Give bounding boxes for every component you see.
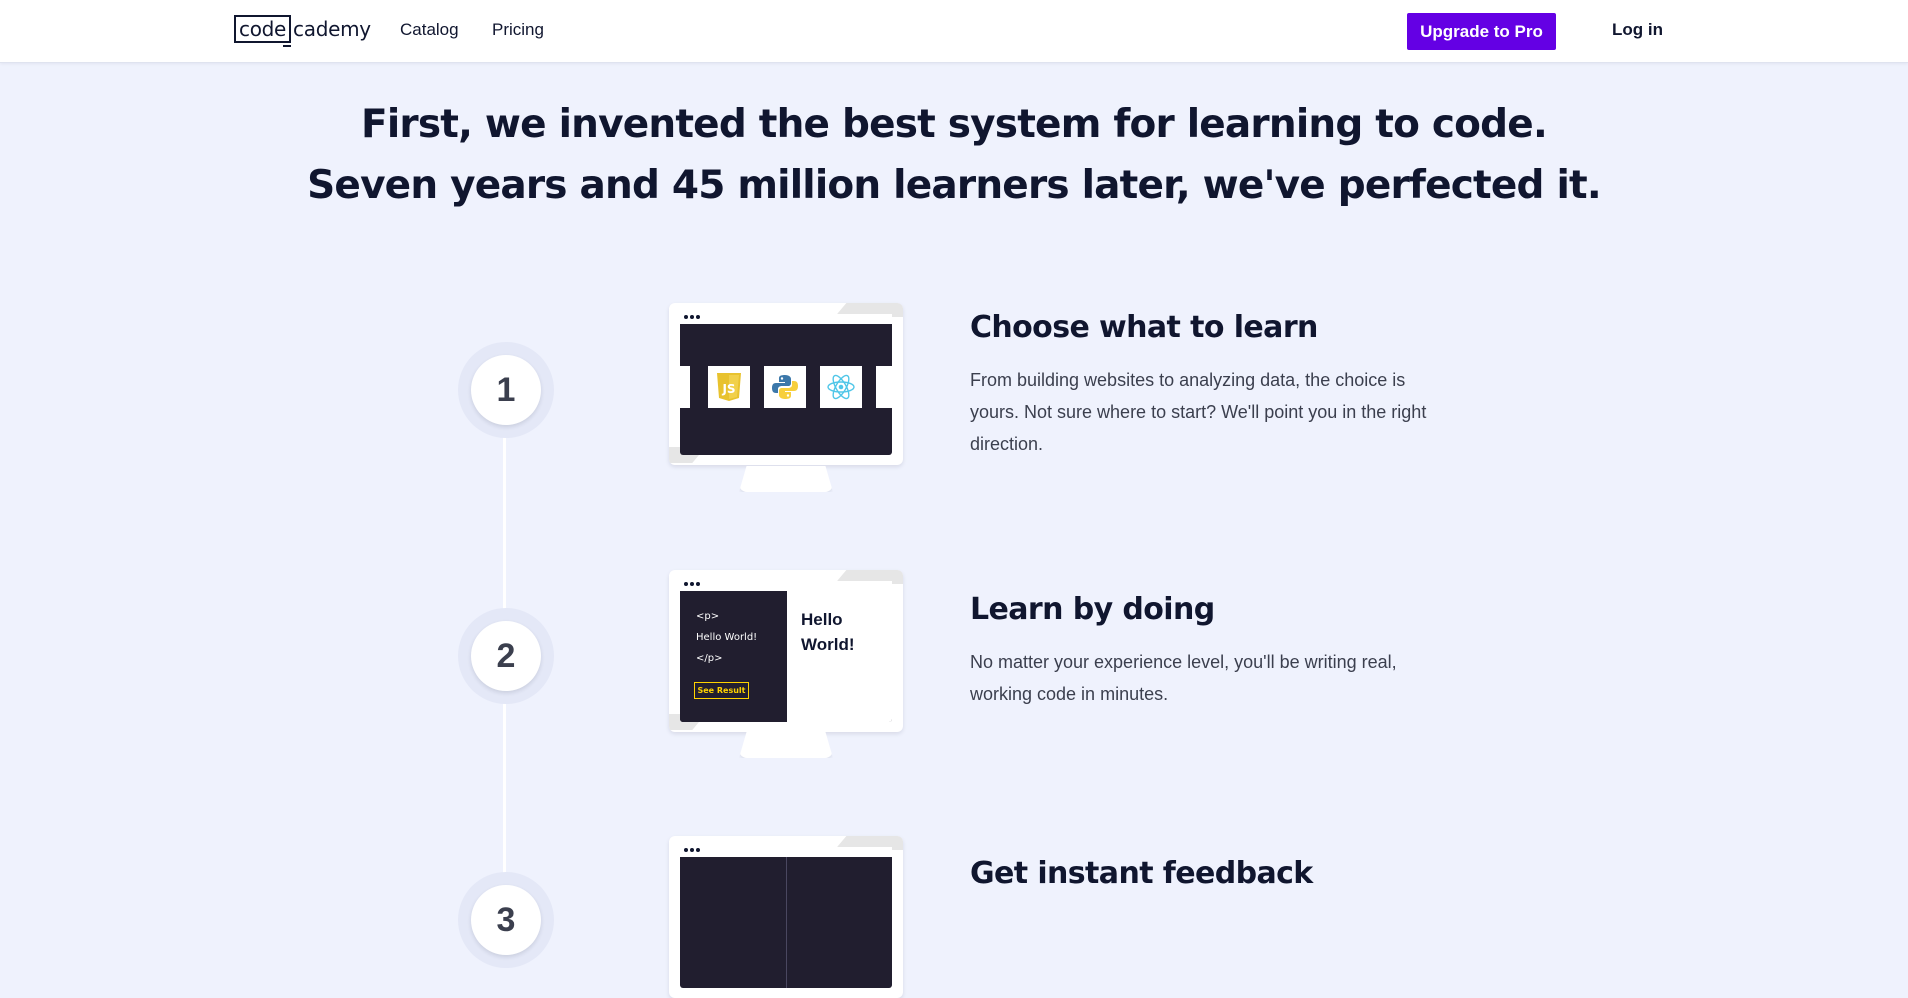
monitor-illustration-feedback (669, 836, 903, 998)
step-marker-1: 1 (458, 342, 554, 438)
code-editor-pane: <p> Hello World! </p> See Result (680, 591, 787, 722)
feedback-screen (680, 857, 892, 988)
svg-text:JS: JS (721, 382, 735, 396)
top-nav: code cademy Catalog Pricing Upgrade to Pr… (0, 0, 1908, 63)
step-number-1: 1 (471, 355, 541, 425)
course-tile-partial (876, 366, 892, 408)
step-marker-3: 3 (458, 872, 554, 968)
nav-link-catalog[interactable]: Catalog (400, 20, 459, 40)
nav-link-pricing[interactable]: Pricing (492, 20, 544, 40)
code-line: </p> (696, 653, 723, 664)
result-preview-pane: Hello World! (787, 591, 892, 722)
course-carousel-screen: JS (680, 324, 892, 455)
monitor-stand (739, 466, 833, 492)
code-editor-screen: <p> Hello World! </p> See Result Hello W… (680, 591, 892, 722)
course-tile-partial (680, 366, 690, 408)
react-icon (820, 366, 862, 408)
python-icon (764, 366, 806, 408)
step-title-2: Learn by doing (970, 592, 1215, 627)
step-description-1: From building websites to analyzing data… (970, 370, 1427, 454)
result-preview-text: Hello World! (801, 610, 855, 654)
window-dots-icon (684, 848, 700, 852)
step-number-3: 3 (471, 885, 541, 955)
codecademy-logo[interactable]: code cademy (234, 15, 371, 47)
hero-headline-line-1: First, we invented the best system for l… (361, 102, 1548, 147)
monitor-illustration-learn-by-doing: <p> Hello World! </p> See Result Hello W… (669, 570, 903, 732)
logo-rest-text: cademy (293, 17, 371, 41)
screen-divider (786, 857, 787, 988)
step-number-2: 2 (471, 621, 541, 691)
log-in-link[interactable]: Log in (1612, 20, 1663, 40)
step-description-2: No matter your experience level, you'll … (970, 652, 1397, 704)
monitor-stand (739, 732, 833, 758)
upgrade-to-pro-button[interactable]: Upgrade to Pro (1407, 13, 1556, 50)
window-dots-icon (684, 315, 700, 319)
logo-boxed-text: code (234, 15, 292, 47)
step-marker-2: 2 (458, 608, 554, 704)
hero-headline-line-2: Seven years and 45 million learners late… (307, 163, 1602, 208)
step-title-1: Choose what to learn (970, 310, 1318, 345)
see-result-button: See Result (694, 682, 749, 699)
code-line: <p> (696, 611, 720, 622)
window-dots-icon (684, 582, 700, 586)
javascript-icon: JS (708, 366, 750, 408)
code-line: Hello World! (696, 632, 758, 643)
monitor-illustration-choose: JS (669, 303, 903, 465)
step-title-3: Get instant feedback (970, 856, 1313, 891)
